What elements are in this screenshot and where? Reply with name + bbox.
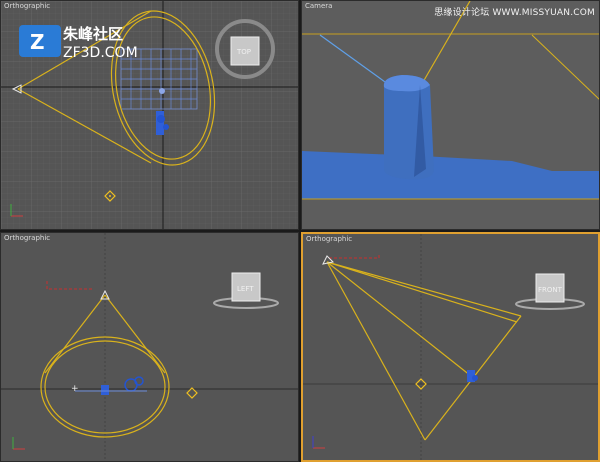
viewport-front-canvas[interactable]: FRONT	[303, 234, 598, 460]
viewport-left[interactable]: + LEFT Orthographic	[0, 232, 299, 462]
viewport-label[interactable]: Camera	[305, 2, 332, 10]
pivot-cross-icon: +	[71, 384, 79, 394]
viewcube-face-label[interactable]: TOP	[236, 48, 251, 56]
viewport-left-canvas[interactable]: + LEFT	[1, 233, 299, 462]
logo-chinese-text: 朱峰社区	[63, 25, 123, 43]
viewport-label[interactable]: Orthographic	[306, 235, 352, 243]
viewport-camera[interactable]: Camera 思缘设计论坛 WWW.MISSYUAN.COM	[301, 0, 600, 230]
viewcube-face-label[interactable]: LEFT	[237, 285, 254, 293]
viewport-label[interactable]: Orthographic	[4, 2, 50, 10]
logo-english-text: ZF3D.COM	[63, 45, 138, 61]
viewport-label[interactable]: Orthographic	[4, 234, 50, 242]
viewport-camera-canvas[interactable]	[302, 1, 600, 230]
viewport-top[interactable]: Z 朱峰社区 ZF3D.COM TOP Orthographic	[0, 0, 299, 230]
viewport-front[interactable]: FRONT Orthographic	[301, 232, 600, 462]
viewcube-face-label[interactable]: FRONT	[538, 286, 563, 294]
viewport-top-canvas[interactable]: Z 朱峰社区 ZF3D.COM TOP	[1, 1, 299, 230]
cylinder-object[interactable]	[383, 75, 434, 180]
watermark-text: 思缘设计论坛 WWW.MISSYUAN.COM	[434, 8, 595, 18]
svg-text:Z: Z	[30, 30, 45, 54]
